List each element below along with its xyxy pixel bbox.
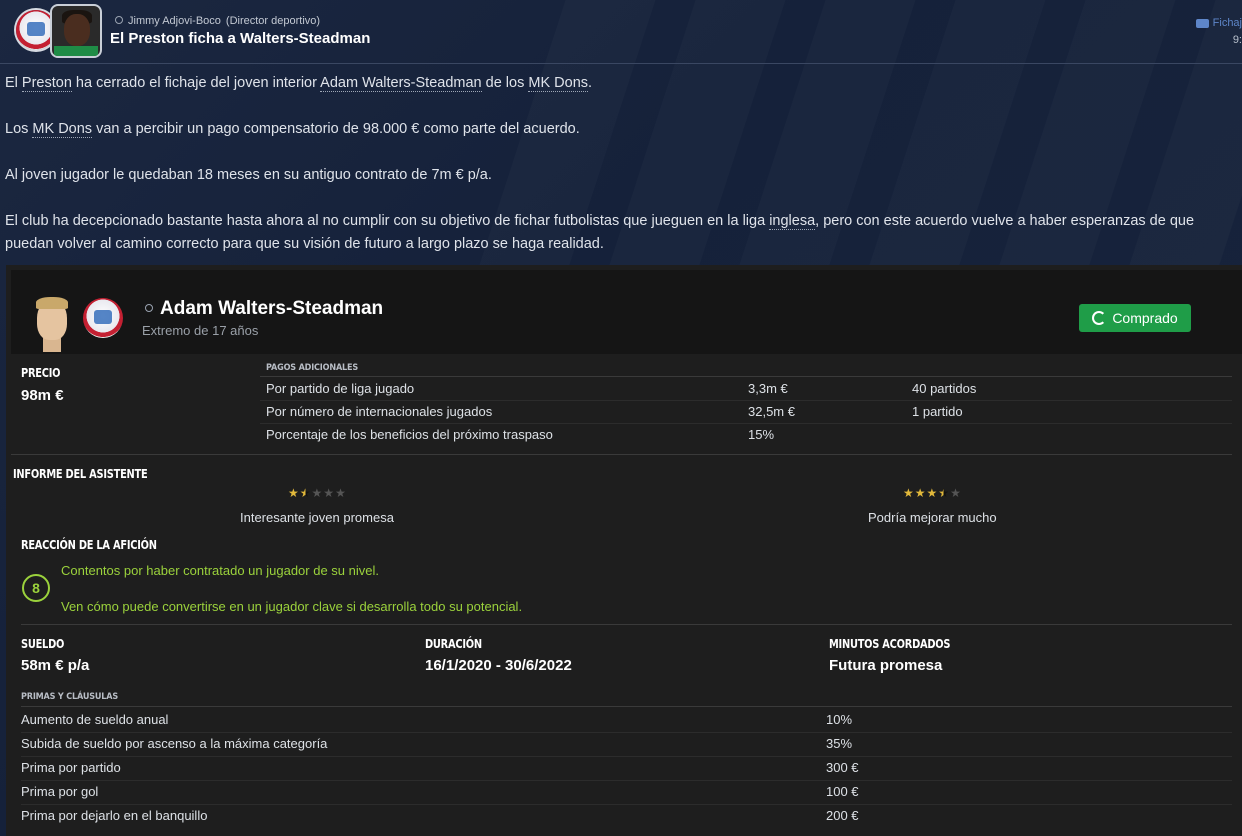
paragraph-4: El club ha decepcionado bastante hasta a… <box>5 210 1237 256</box>
from-club-link[interactable]: MK Dons <box>528 75 589 92</box>
bonus-value: 35% <box>826 736 853 751</box>
transfer-card: Adam Walters-Steadman Extremo de 17 años… <box>6 265 1242 836</box>
star-icon: ★ <box>335 486 346 500</box>
text: El <box>5 75 22 91</box>
player-name[interactable]: Adam Walters-Steadman <box>143 298 383 320</box>
text: . <box>588 75 593 91</box>
text: Los <box>5 121 33 137</box>
text: ha cerrado el fichaje del joven interior <box>71 75 321 91</box>
fan-reaction-line-1: Contentos por haber contratado un jugado… <box>61 563 379 578</box>
row-divider <box>260 400 1232 401</box>
league-link[interactable]: inglesa <box>769 213 816 230</box>
duration-value: 16/1/2020 - 30/6/2022 <box>425 657 572 674</box>
club-badge-icon[interactable] <box>83 298 123 338</box>
bonus-description: Prima por partido <box>21 760 121 775</box>
current-ability-stars: ★ ★ ★ ★ ★ <box>288 487 346 499</box>
player-header: Adam Walters-Steadman Extremo de 17 años… <box>11 270 1242 354</box>
payment-description: Por partido de liga jugado <box>266 381 415 396</box>
news-title: El Preston ficha a Walters-Steadman <box>110 30 371 47</box>
paragraph-3: Al joven jugador le quedaban 18 meses en… <box>5 167 492 183</box>
player-subtitle: Extremo de 17 años <box>142 323 259 338</box>
author-role: (Director deportivo) <box>225 15 321 27</box>
row-divider <box>260 423 1232 424</box>
bonus-value: 10% <box>826 712 853 727</box>
potential-ability-text: Podría mejorar mucho <box>868 510 997 525</box>
refresh-icon <box>1092 311 1107 325</box>
bonus-value: 100 € <box>826 784 859 799</box>
star-icon: ★ <box>938 486 950 500</box>
star-icon: ★ <box>903 486 914 500</box>
row-divider <box>21 732 1232 733</box>
payment-condition: 1 partido <box>912 404 963 419</box>
payment-condition: 40 partidos <box>912 381 977 396</box>
button-label: Comprado <box>1112 310 1178 326</box>
current-ability-text: Interesante joven promesa <box>240 510 394 525</box>
payment-description: Porcentaje de los beneficios del próximo… <box>266 427 553 442</box>
fan-reaction-label: REACCIÓN DE LA AFICIÓN <box>21 538 157 552</box>
player-name-text[interactable]: Adam Walters-Steadman <box>160 298 383 320</box>
star-icon: ★ <box>926 486 938 500</box>
person-icon <box>143 304 153 314</box>
row-divider <box>21 804 1232 805</box>
payment-description: Por número de internacionales jugados <box>266 404 493 419</box>
wage-label: SUELDO <box>21 637 65 651</box>
fan-reaction-line-2: Ven cómo puede convertirse en un jugador… <box>61 599 523 614</box>
news-body: El Preston ha cerrado el fichaje del jov… <box>5 72 1237 279</box>
star-icon: ★ <box>323 486 335 500</box>
from-club-link[interactable]: MK Dons <box>32 121 93 138</box>
potential-ability-stars: ★ ★ ★ ★ ★ <box>903 487 961 499</box>
text: El club ha decepcionado bastante hasta a… <box>5 213 770 229</box>
star-icon: ★ <box>914 486 926 500</box>
text: van a percibir un pago compensatorio de … <box>92 121 580 137</box>
bonuses-label: PRIMAS Y CLÁUSULAS <box>21 692 119 702</box>
player-link[interactable]: Adam Walters-Steadman <box>320 75 482 92</box>
bonus-description: Prima por dejarlo en el banquillo <box>21 808 208 823</box>
additional-payments-label: PAGOS ADICIONALES <box>266 363 359 373</box>
bonus-description: Prima por gol <box>21 784 99 799</box>
news-time: 9: <box>1232 34 1242 46</box>
row-divider <box>21 756 1232 757</box>
star-icon: ★ <box>950 486 961 500</box>
payment-amount: 3,3m € <box>748 381 788 396</box>
author-name[interactable]: Jimmy Adjovi-Boco <box>128 15 221 27</box>
paragraph-1: El Preston ha cerrado el fichaje del jov… <box>5 72 1237 95</box>
news-category-tag[interactable]: Fichaj <box>1195 17 1242 29</box>
bonus-description: Aumento de sueldo anual <box>21 712 169 727</box>
news-author: Jimmy Adjovi-Boco (Director deportivo) <box>113 15 320 27</box>
fan-reaction-score: 8 <box>22 574 50 602</box>
person-icon <box>113 16 123 26</box>
bonus-description: Subida de sueldo por ascenso a la máxima… <box>21 736 328 751</box>
payment-amount: 32,5m € <box>748 404 795 419</box>
paragraph-2: Los MK Dons van a percibir un pago compe… <box>5 118 1237 141</box>
wage-value: 58m € p/a <box>21 657 90 674</box>
club-link[interactable]: Preston <box>21 75 72 92</box>
news-header: Jimmy Adjovi-Boco (Director deportivo) E… <box>0 0 1242 64</box>
row-divider <box>21 780 1232 781</box>
minutes-value: Futura promesa <box>829 657 943 674</box>
payment-amount: 15% <box>748 427 775 442</box>
star-icon: ★ <box>311 486 323 500</box>
tag-label: Fichaj <box>1212 17 1242 29</box>
star-icon: ★ <box>299 486 311 500</box>
bonus-value: 200 € <box>826 808 859 823</box>
price-label: PRECIO <box>21 366 61 380</box>
price-value: 98m € <box>21 387 64 404</box>
player-avatar[interactable] <box>33 294 73 352</box>
staff-avatar[interactable] <box>50 4 102 58</box>
text: de los <box>481 75 529 91</box>
star-icon: ★ <box>288 486 299 500</box>
minutes-label: MINUTOS ACORDADOS <box>829 637 951 651</box>
duration-label: DURACIÓN <box>425 637 482 651</box>
bonus-value: 300 € <box>826 760 859 775</box>
assistant-report-label: INFORME DEL ASISTENTE <box>13 467 148 481</box>
tag-icon <box>1195 18 1209 28</box>
bought-status-button[interactable]: Comprado <box>1079 304 1191 332</box>
